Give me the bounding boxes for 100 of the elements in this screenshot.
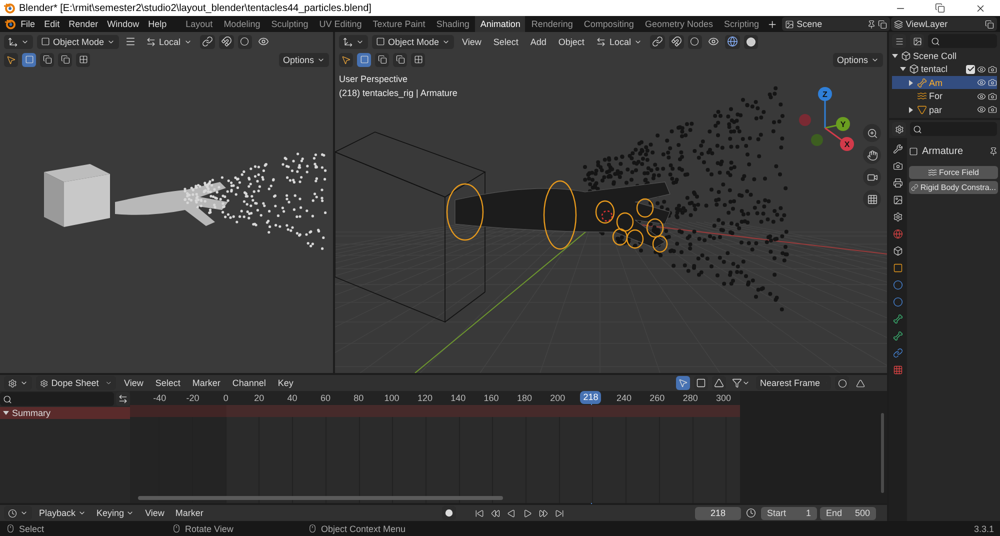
wrench-icon[interactable]	[893, 144, 903, 154]
workspace-tab[interactable]: Scripting	[718, 16, 764, 32]
proportional-edit-button[interactable]	[835, 376, 849, 390]
options-dropdown[interactable]: Options	[278, 52, 329, 66]
duplicate-icon[interactable]	[878, 20, 887, 28]
dropdown-menu[interactable]: Playback	[35, 506, 90, 520]
vertical-scrollbar[interactable]	[881, 413, 884, 493]
camera-icon[interactable]	[988, 105, 997, 114]
box-icon[interactable]	[893, 246, 903, 256]
pin-icon[interactable]	[866, 20, 876, 28]
workspace-tab[interactable]: Layout	[180, 16, 218, 32]
orientation-dropdown[interactable]: Local	[592, 34, 646, 48]
eye-icon[interactable]	[977, 92, 986, 101]
bone-icon[interactable]	[893, 314, 903, 324]
workspace-tab[interactable]: Modeling	[218, 16, 266, 32]
menu-item[interactable]: View	[458, 34, 486, 48]
checkbox[interactable]	[966, 64, 975, 74]
expand-arrow-icon[interactable]	[900, 66, 906, 72]
overlay-button[interactable]	[724, 34, 740, 48]
axis-gizmo-drawing[interactable]: Z Y X	[795, 80, 865, 156]
options-dropdown[interactable]: Options	[832, 52, 883, 66]
current-frame-marker[interactable]: 218	[580, 391, 602, 404]
outliner-item[interactable]: par	[892, 104, 997, 116]
select-tool-button[interactable]	[4, 52, 18, 66]
workspace-tab[interactable]: Geometry Nodes	[640, 16, 718, 32]
outliner-item[interactable]: tentacl	[892, 62, 997, 76]
pivot-button[interactable]	[200, 34, 215, 48]
outliner-item[interactable]: For	[892, 90, 997, 102]
menu-item[interactable]: Window	[103, 17, 144, 31]
orientation-dropdown[interactable]: Local	[142, 34, 196, 48]
menu-item[interactable]: View	[141, 506, 168, 520]
mode-dropdown[interactable]: Object Mode	[372, 34, 454, 48]
workspace-tab[interactable]: Rendering	[526, 16, 578, 32]
workspace-tab[interactable]: Sculpting	[266, 16, 314, 32]
select-new-button[interactable]	[22, 52, 36, 66]
snap-button[interactable]	[668, 34, 684, 48]
stopwatch-button[interactable]	[744, 506, 758, 520]
select-tool-button[interactable]	[339, 52, 353, 66]
duplicate-icon[interactable]	[985, 20, 994, 28]
editor-type-button[interactable]	[892, 122, 906, 136]
link-icon[interactable]	[893, 348, 903, 358]
ortho-button[interactable]	[863, 190, 881, 208]
camera-icon[interactable]	[893, 161, 903, 171]
expand-arrow-icon[interactable]	[908, 106, 914, 113]
channel-row[interactable]: Summary	[0, 407, 130, 419]
menu-item[interactable]: Marker	[171, 506, 208, 520]
menu-item[interactable]: Help	[144, 17, 171, 31]
circle-icon[interactable]	[893, 297, 903, 307]
checker-icon[interactable]	[893, 365, 903, 375]
select-intersect-button[interactable]	[411, 52, 425, 66]
filter-button[interactable]	[910, 34, 924, 48]
shading-button[interactable]	[744, 34, 758, 48]
workspace-tab[interactable]: Compositing	[578, 16, 639, 32]
camera-icon[interactable]	[988, 92, 997, 101]
swap-button[interactable]	[116, 392, 130, 406]
square-icon[interactable]	[893, 263, 903, 273]
expand-arrow-icon[interactable]	[892, 52, 898, 59]
workspace-tab[interactable]: Shading	[431, 16, 474, 32]
workspace-tab[interactable]: Animation	[475, 16, 526, 32]
horizontal-scrollbar[interactable]	[138, 496, 503, 500]
eye-icon[interactable]	[977, 105, 986, 114]
pivot-button[interactable]	[650, 34, 665, 48]
menu-item[interactable]: View	[120, 376, 148, 390]
menu-item[interactable]: Select	[151, 376, 184, 390]
expand-arrow-icon[interactable]	[3, 410, 9, 416]
proportional-edit-button[interactable]	[688, 34, 702, 48]
select-subtract-button[interactable]	[58, 52, 72, 66]
menu-item[interactable]: Key	[274, 376, 298, 390]
search-field[interactable]	[0, 392, 114, 406]
menu-item[interactable]: File	[16, 17, 40, 31]
select-new-button[interactable]	[357, 52, 371, 66]
menu-item[interactable]: Channel	[228, 376, 270, 390]
outliner-item[interactable]: Am	[892, 76, 997, 89]
workspace-tab[interactable]: Texture Paint	[368, 16, 430, 32]
select-button[interactable]	[676, 376, 690, 390]
editor-type-button[interactable]	[4, 506, 32, 520]
editor-type-button[interactable]	[4, 34, 33, 48]
menu-item[interactable]: Edit	[40, 17, 64, 31]
display-mode-button[interactable]	[892, 34, 906, 48]
box-select-button[interactable]	[694, 376, 708, 390]
editor-type-button[interactable]	[339, 34, 368, 48]
eye-icon[interactable]	[977, 64, 986, 74]
pin-icon[interactable]	[989, 146, 998, 156]
select-extend-button[interactable]	[375, 52, 389, 66]
start-frame-field[interactable]: Start 1	[761, 506, 817, 520]
snapping-dropdown[interactable]: Nearest Frame	[756, 376, 831, 390]
current-frame-field[interactable]: 218	[695, 506, 741, 520]
end-frame-field[interactable]: End 500	[820, 506, 876, 520]
camera-icon[interactable]	[988, 78, 997, 88]
menu-item[interactable]: Object	[554, 34, 588, 48]
search-field[interactable]	[928, 34, 997, 48]
printer-icon[interactable]	[893, 178, 903, 188]
select-subtract-button[interactable]	[393, 52, 407, 66]
physics-button[interactable]: Rigid Body Constra...	[909, 181, 998, 194]
globe-icon[interactable]	[893, 229, 903, 239]
outliner-item[interactable]: Scene Coll	[892, 49, 997, 62]
search-field[interactable]	[910, 122, 997, 136]
circle-icon[interactable]	[893, 280, 903, 290]
select-intersect-button[interactable]	[76, 52, 90, 66]
eye-icon[interactable]	[977, 78, 986, 88]
